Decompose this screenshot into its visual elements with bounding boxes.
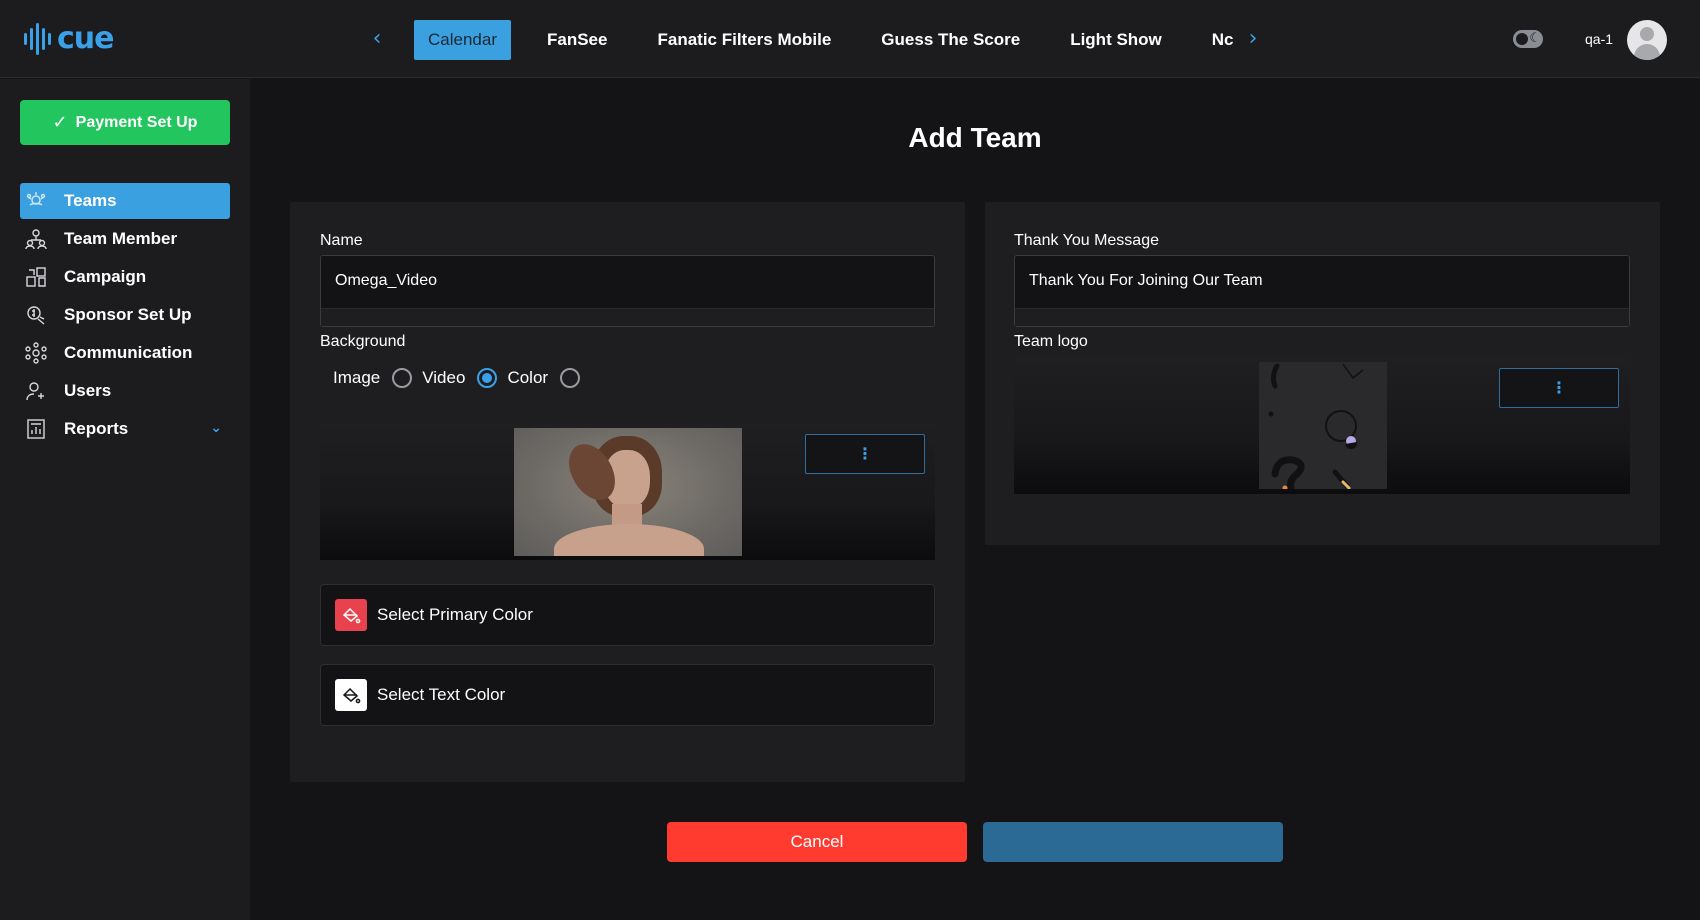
top-bar: cue ‹ Calendar FanSee Fanatic Filters Mobi… [0, 0, 1700, 78]
primary-color-label: Select Primary Color [377, 605, 533, 624]
thank-you-message-field[interactable]: Thank You For Joining Our Team [1014, 255, 1630, 327]
sidebar-item-label: Teams [64, 191, 117, 210]
reports-icon [24, 417, 48, 441]
chevron-down-icon: ⌄ [210, 420, 222, 436]
logo-more-button[interactable]: ⋮ [1499, 368, 1619, 408]
sidebar-item-label: Reports [64, 419, 129, 438]
campaign-icon [24, 265, 48, 289]
theme-toggle[interactable]: ☾ [1513, 30, 1543, 48]
background-label: Background [320, 333, 406, 350]
thank-you-message-value: Thank You For Joining Our Team [1029, 272, 1263, 289]
radio-label: Color [507, 368, 549, 387]
tab-calendar[interactable]: Calendar [414, 20, 511, 60]
radio-color[interactable] [560, 368, 581, 388]
thank-you-message-label: Thank You Message [1014, 232, 1159, 249]
chevron-left-icon[interactable]: ‹ [365, 26, 389, 52]
avatar[interactable] [1627, 20, 1667, 60]
radio-option-image[interactable]: Image [333, 368, 413, 388]
sidebar-item-users[interactable]: Users [20, 373, 230, 409]
text-color-label: Select Text Color [377, 685, 506, 704]
users-icon [24, 379, 48, 403]
chevron-right-icon[interactable]: › [1241, 26, 1265, 52]
radio-image[interactable] [392, 368, 413, 388]
tab-fansee[interactable]: FanSee [533, 20, 621, 60]
video-more-button[interactable]: ⋮ [805, 434, 925, 474]
sidebar-item-label: Campaign [64, 267, 147, 286]
toggle-knob [1516, 33, 1528, 45]
team-logo-image[interactable] [1259, 362, 1387, 489]
communication-icon [24, 341, 48, 365]
tab-guess-the-score[interactable]: Guess The Score [867, 20, 1034, 60]
radio-label: Image [333, 368, 381, 387]
sidebar-item-campaign[interactable]: Campaign [20, 259, 230, 295]
video-preview-panel: ⋮ [320, 424, 935, 560]
paint-bucket-icon [335, 679, 367, 711]
top-nav-tabs: Calendar FanSee Fanatic Filters Mobile Gues… [414, 20, 1234, 60]
tab-nc[interactable]: Nc [1198, 20, 1234, 60]
radio-video[interactable] [477, 368, 498, 388]
teams-icon [24, 189, 48, 213]
sidebar-item-label: Communication [64, 343, 193, 362]
name-label: Name [320, 232, 363, 249]
logo-text: cue [57, 21, 114, 56]
check-icon: ✓ [52, 112, 68, 133]
tab-fanatic-filters-mobile[interactable]: Fanatic Filters Mobile [643, 20, 845, 60]
radio-label: Video [422, 368, 466, 387]
radio-option-color[interactable]: Color [507, 368, 581, 388]
sidebar-item-reports[interactable]: Reports ⌄ [20, 411, 230, 447]
submit-button[interactable] [983, 822, 1283, 862]
select-primary-color[interactable]: Select Primary Color [320, 584, 935, 646]
video-thumbnail[interactable] [514, 428, 742, 556]
tab-light-show[interactable]: Light Show [1056, 20, 1176, 60]
payment-setup-label: Payment Set Up [75, 113, 198, 131]
team-logo-label: Team logo [1014, 333, 1088, 350]
sidebar-item-sponsor-set-up[interactable]: Sponsor Set Up [20, 297, 230, 333]
app-logo[interactable]: cue [24, 22, 114, 56]
name-field[interactable]: Omega_Video [320, 255, 935, 327]
sidebar-item-label: Sponsor Set Up [64, 305, 192, 324]
paint-bucket-icon [335, 599, 367, 631]
team-logo-panel: ⋮ [1014, 358, 1630, 494]
team-member-icon [24, 227, 48, 251]
sidebar-item-teams[interactable]: Teams [20, 183, 230, 219]
sidebar: ✓ Payment Set Up Teams Team Member Campa… [0, 79, 250, 920]
background-radio-group: Image Video Color [333, 368, 590, 388]
name-value: Omega_Video [335, 272, 437, 289]
payment-setup-button[interactable]: ✓ Payment Set Up [20, 100, 230, 145]
sidebar-item-label: Team Member [64, 229, 178, 248]
radio-option-video[interactable]: Video [422, 368, 498, 388]
username: qa-1 [1585, 31, 1614, 47]
sponsor-icon [24, 303, 48, 327]
page-title: Add Team [908, 122, 1042, 153]
sidebar-item-communication[interactable]: Communication [20, 335, 230, 371]
sidebar-item-team-member[interactable]: Team Member [20, 221, 230, 257]
sidebar-item-label: Users [64, 381, 112, 400]
select-text-color[interactable]: Select Text Color [320, 664, 935, 726]
cancel-button[interactable]: Cancel [667, 822, 967, 862]
moon-icon: ☾ [1529, 31, 1541, 46]
logo-waveform-icon [24, 22, 51, 56]
